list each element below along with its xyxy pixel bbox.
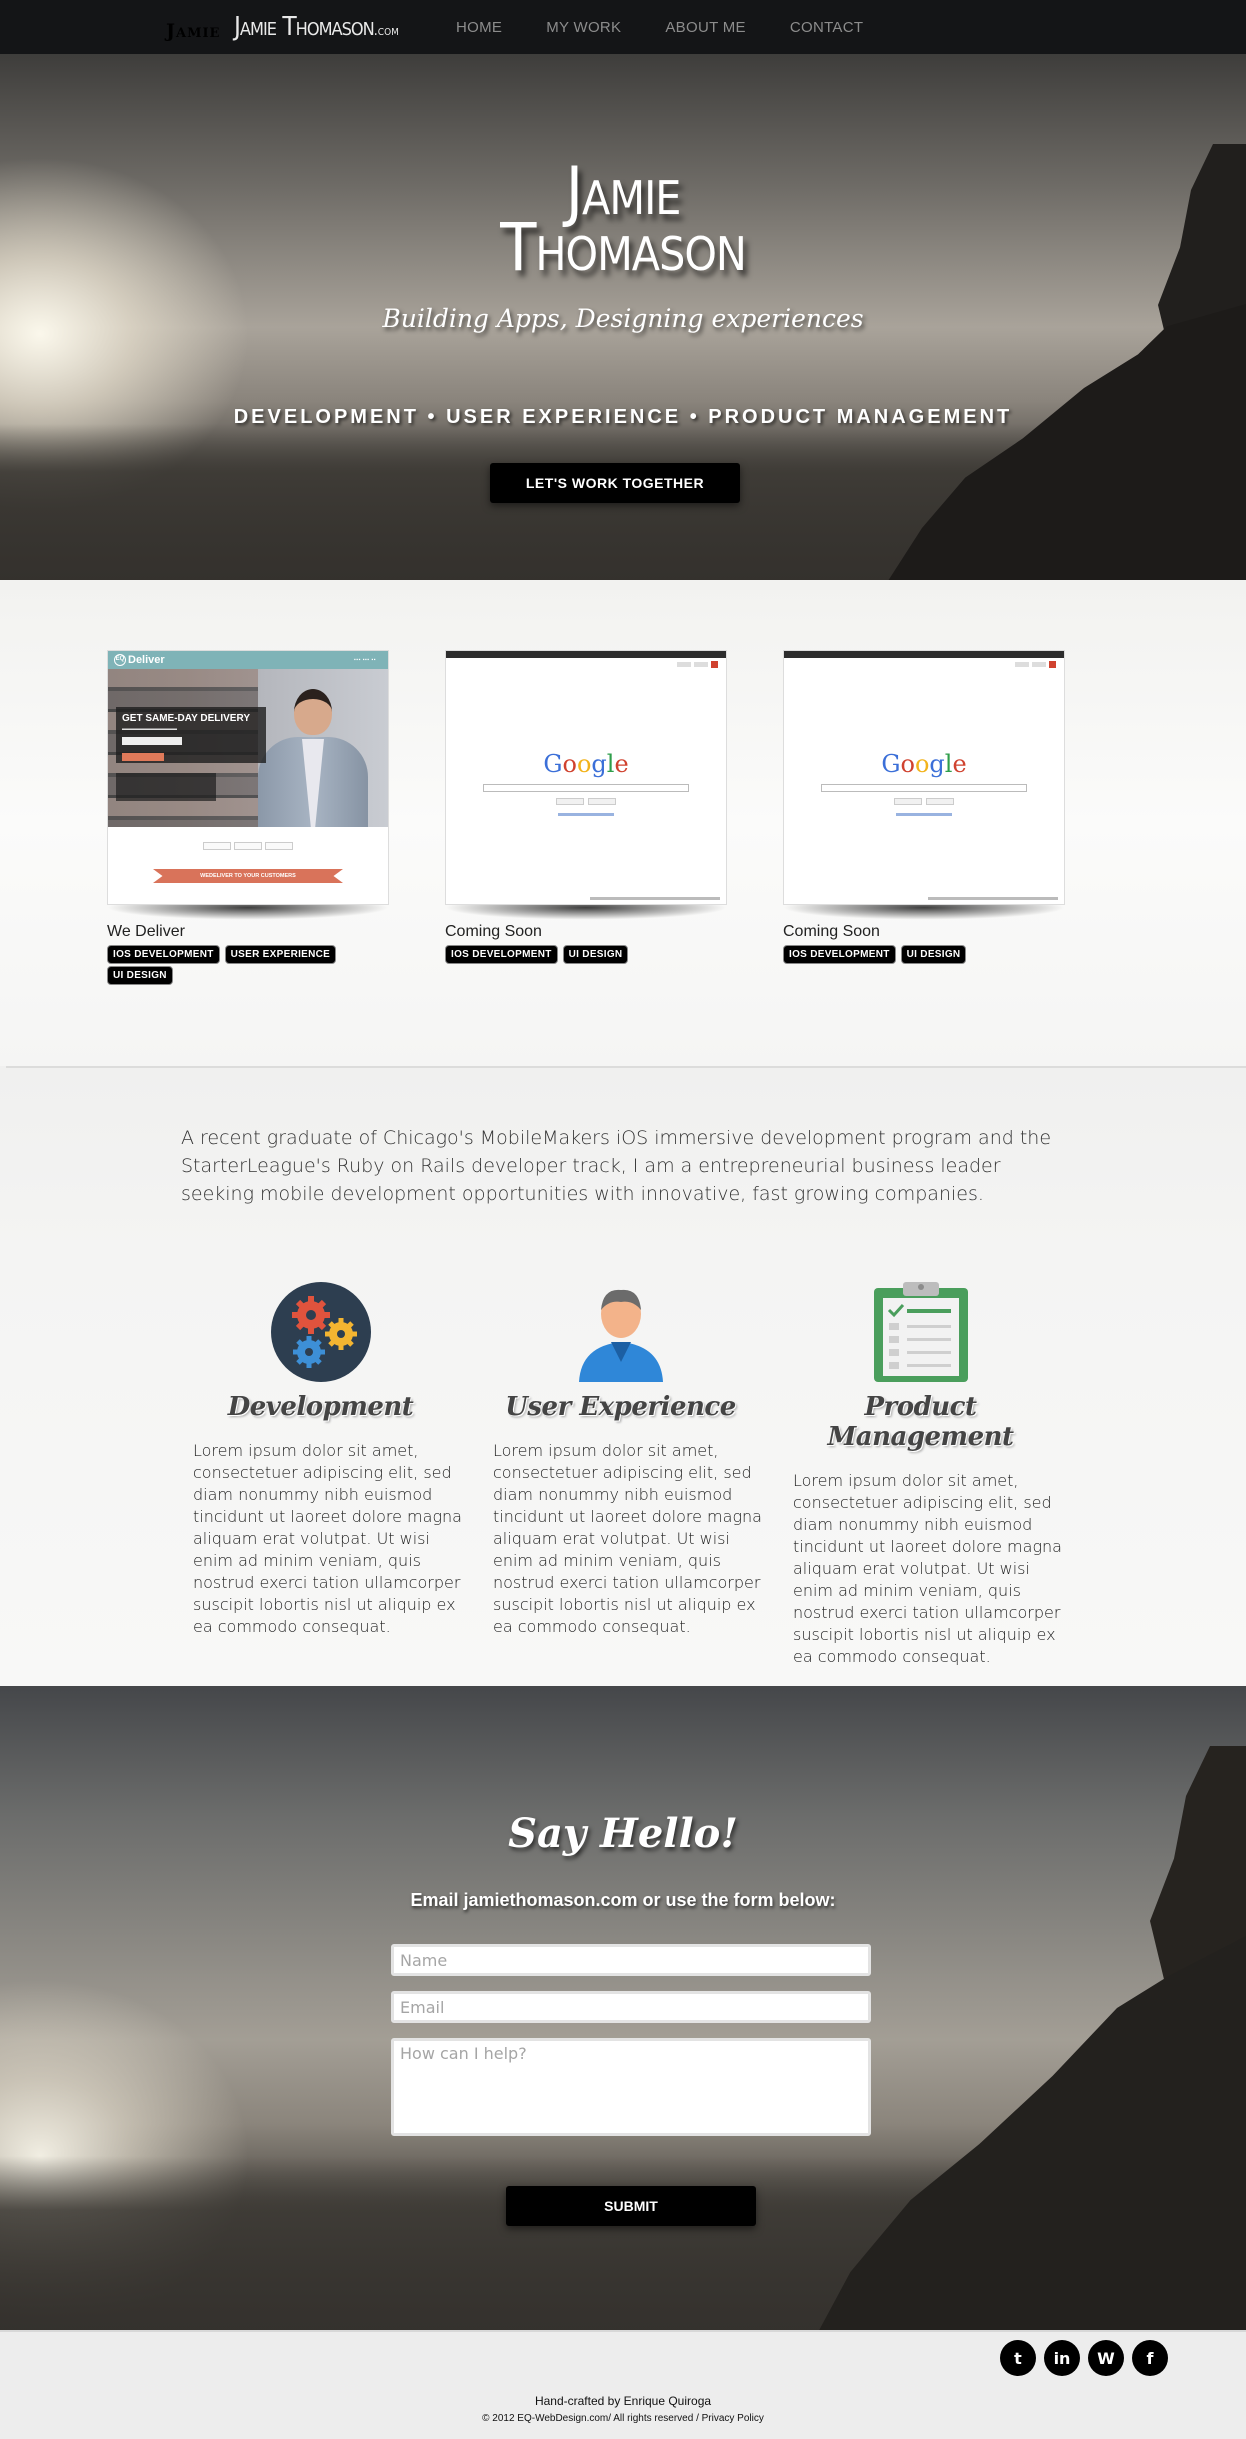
logo-name: Jamie Thomason [234,12,375,42]
user-icon [571,1282,671,1382]
feature-product-management: Product Management Lorem ipsum dolor sit… [778,1282,1063,1668]
work-together-button[interactable]: LET'S WORK TOGETHER [490,463,740,503]
hero-title-line2: Thomason [500,209,747,286]
hero-title: Jamie Thomason [0,159,1246,286]
tag: UI DESIGN [562,945,629,964]
hero-section: Jamie Thomason Building Apps, Designing … [0,54,1246,580]
footer-copyright[interactable]: © 2012 EQ-WebDesign.com/ All rights rese… [0,2413,1246,2424]
feature-title: User Experience [505,1392,736,1422]
google-logo: Google [543,750,629,778]
contact-subtitle: Email jamiethomason.com or use the form … [410,1890,836,1910]
section-divider [6,1066,1246,1068]
thumb-lower: WEDELIVER TO YOUR CUSTOMERS [108,827,388,883]
about-intro: A recent graduate of Chicago's MobileMak… [181,1127,1052,1205]
name-field[interactable] [391,1944,871,1976]
portfolio-title[interactable]: Coming Soon [445,923,727,941]
top-navbar: Jamie Jamie Thomason.com HOME MY WORK AB… [0,0,1246,54]
wordpress-icon[interactable]: W [1088,2340,1124,2376]
nav-about-link[interactable]: ABOUT ME [665,19,745,36]
tag: UI DESIGN [900,945,967,964]
portfolio-thumbnail-we-deliver[interactable]: EQ Deliver ▪▪▪ ▪▪▪ ▪▪ GET SAME-DAY DELIVE… [107,650,389,905]
portfolio-tags: IOS DEVELOPMENT UI DESIGN [783,945,1043,966]
nav-my-work-link[interactable]: MY WORK [546,19,621,36]
page: Jamie Jamie Thomason.com HOME MY WORK AB… [0,0,1246,2439]
portfolio-tags: IOS DEVELOPMENT UI DESIGN [445,945,705,966]
thumb-headline: GET SAME-DAY DELIVERY [122,713,250,724]
tag: IOS DEVELOPMENT [783,945,896,964]
portfolio-section: EQ Deliver ▪▪▪ ▪▪▪ ▪▪ GET SAME-DAY DELIVE… [0,580,1246,1066]
logo-shadow-text: Jamie [166,20,221,42]
contact-rock [816,1936,1246,2330]
feature-user-experience: User Experience Lorem ipsum dolor sit am… [478,1282,763,1638]
portfolio-title[interactable]: Coming Soon [783,923,1065,941]
feature-text: Lorem ipsum dolor sit amet, consectetuer… [493,1441,762,1636]
thumb-person [258,689,368,827]
thumb-ribbon: WEDELIVER TO YOUR CUSTOMERS [153,869,343,883]
feature-title: Product Management [827,1392,1014,1452]
about-section: A recent graduate of Chicago's MobileMak… [0,1066,1246,1686]
contact-title: Say Hello! [508,1810,738,1857]
portfolio-title[interactable]: We Deliver [107,923,389,941]
portfolio-card[interactable]: Google Coming Soon IOS DEVELOPMENT UI DE… [445,650,727,966]
thumb-menu: ▪▪▪ ▪▪▪ ▪▪ [354,657,376,663]
hero-subtitle: Building Apps, Designing experiences [382,304,864,333]
thumb-signup-box: GET SAME-DAY DELIVERY ▬▬▬▬▬▬▬▬▬▬▬ [116,707,266,763]
thumb-header: EQ Deliver ▪▪▪ ▪▪▪ ▪▪ [108,651,388,669]
contact-section: Say Hello! Email jamiethomason.com or us… [0,1686,1246,2330]
gears-icon [270,1282,371,1382]
email-field[interactable] [391,1991,871,2023]
thumb-info-box [116,773,216,801]
message-field[interactable] [391,2038,871,2136]
twitter-icon[interactable]: t [1000,2340,1036,2376]
thumb-photo: GET SAME-DAY DELIVERY ▬▬▬▬▬▬▬▬▬▬▬ [108,669,388,827]
nav-home-link[interactable]: HOME [456,19,502,36]
footer: t in W f Hand-crafted by Enrique Quiroga… [0,2330,1246,2439]
feature-development: Development Lorem ipsum dolor sit amet, … [178,1282,463,1638]
nav-contact-link[interactable]: CONTACT [790,19,863,36]
portfolio-card[interactable]: EQ Deliver ▪▪▪ ▪▪▪ ▪▪ GET SAME-DAY DELIVE… [107,650,389,987]
thumb-logo: EQ Deliver [114,653,165,667]
facebook-icon[interactable]: f [1132,2340,1168,2376]
nav-menu: HOME MY WORK ABOUT ME CONTACT [456,0,907,54]
feature-title: Development [227,1392,414,1422]
feature-text: Lorem ipsum dolor sit amet, consectetuer… [793,1471,1062,1666]
portfolio-thumbnail-coming-soon[interactable]: Google [445,650,727,905]
feature-text: Lorem ipsum dolor sit amet, consectetuer… [193,1441,462,1636]
logo-text: Jamie Thomason.com [234,12,399,42]
portfolio-card[interactable]: Google Coming Soon IOS DEVELOPMENT UI DE… [783,650,1065,966]
tag: USER EXPERIENCE [224,945,337,964]
submit-button[interactable]: SUBMIT [506,2186,756,2226]
tag: IOS DEVELOPMENT [445,945,558,964]
google-logo: Google [881,750,967,778]
tag: UI DESIGN [107,966,173,985]
portfolio-thumbnail-coming-soon[interactable]: Google [783,650,1065,905]
logo-domain: .com [373,23,399,39]
tag: IOS DEVELOPMENT [107,945,220,964]
portfolio-tags: IOS DEVELOPMENT USER EXPERIENCE UI DESIG… [107,945,367,987]
footer-credit: Hand-crafted by Enrique Quiroga [534,2394,712,2408]
hero-tagline: Development • User Experience • Product … [233,406,1013,428]
clipboard-icon [871,1282,971,1382]
linkedin-icon[interactable]: in [1044,2340,1080,2376]
social-links: t in W f [1000,2340,1168,2376]
